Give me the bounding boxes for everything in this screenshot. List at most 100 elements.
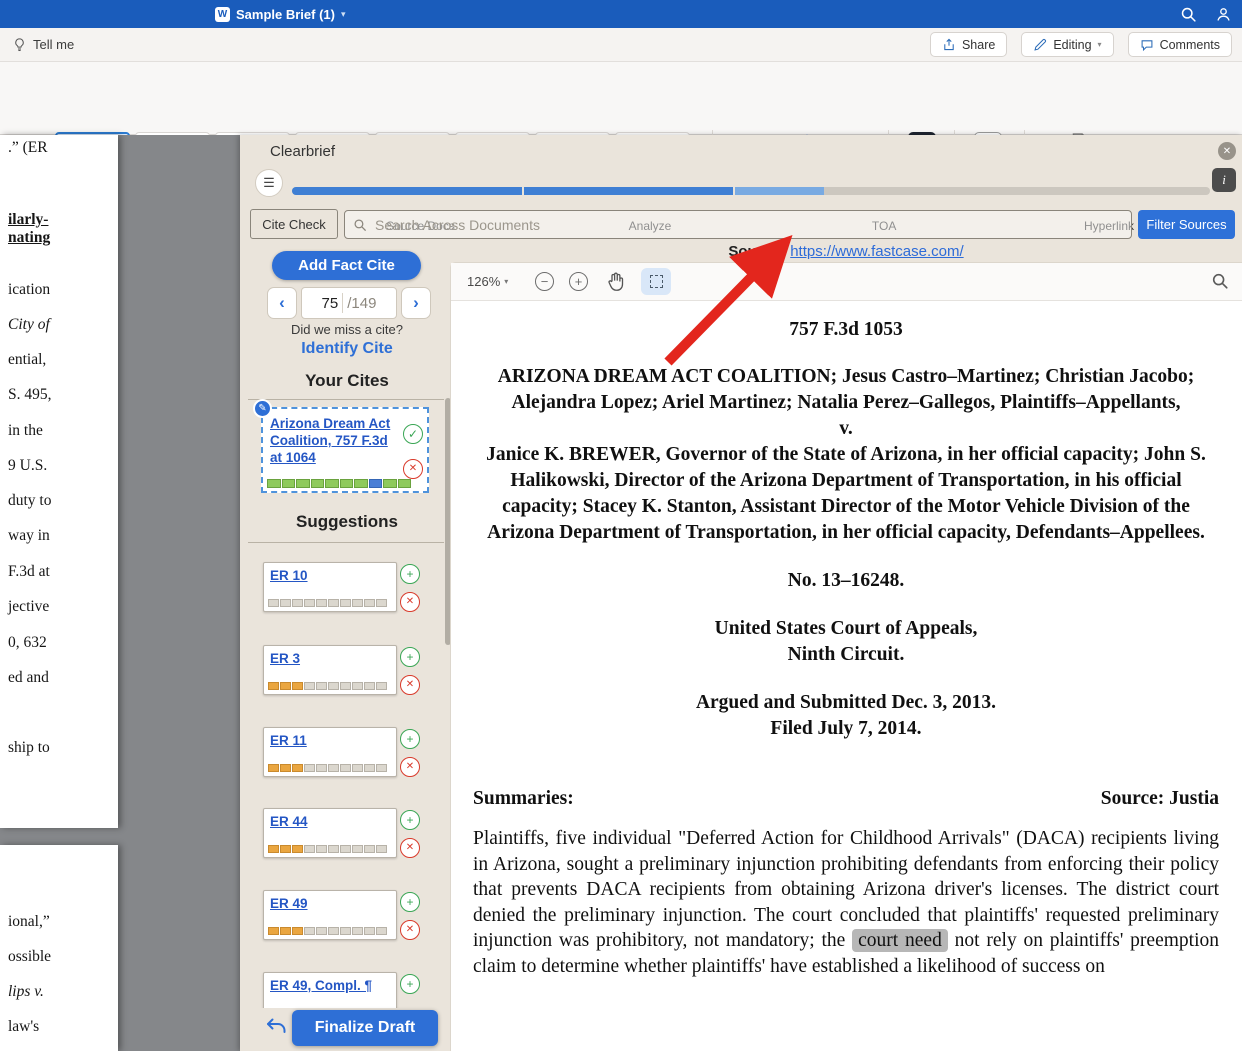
undo-icon[interactable] xyxy=(264,1015,288,1039)
dismiss-suggestion-button[interactable]: ✕ xyxy=(400,675,420,695)
info-icon: i xyxy=(1222,172,1226,188)
next-cite-button[interactable]: › xyxy=(401,287,431,319)
doc-text-fragment: .” (ER xyxy=(8,139,48,157)
suggestion-link[interactable]: ER 49 xyxy=(270,896,308,911)
select-region-tool[interactable] xyxy=(641,268,671,295)
progress-tick xyxy=(733,187,735,195)
x-icon: ✕ xyxy=(406,843,414,853)
finalize-draft-button[interactable]: Finalize Draft xyxy=(292,1010,438,1046)
approve-cite-button[interactable]: ✓ xyxy=(403,424,423,444)
accept-suggestion-button[interactable]: + xyxy=(400,974,420,994)
accept-suggestion-button[interactable]: + xyxy=(400,810,420,830)
section-divider xyxy=(248,542,444,543)
suggestion-link[interactable]: ER 3 xyxy=(270,651,300,666)
pager-divider xyxy=(342,293,343,313)
source-url-link[interactable]: https://www.fastcase.com/ xyxy=(790,243,963,260)
share-label: Share xyxy=(962,38,995,52)
suggestions-heading: Suggestions xyxy=(240,512,454,532)
panel-menu-button[interactable]: ☰ xyxy=(255,169,283,197)
ribbon: AaBbCcDdEe Normal AaBbCcDdEe No Spacing … xyxy=(0,62,1242,135)
tellme-bar: Tell me Share Editing ▾ Comments xyxy=(0,28,1242,62)
search-in-document-icon[interactable] xyxy=(1211,272,1229,290)
marquee-icon xyxy=(650,275,663,288)
doc-text-fragment: in the xyxy=(8,422,43,440)
zoom-control[interactable]: 126% ▾ xyxy=(467,274,508,289)
document-page-1[interactable]: .” (ER ilarly- nating ication City of en… xyxy=(0,135,118,828)
close-panel-button[interactable]: ✕ xyxy=(1218,142,1236,160)
suggestion-card[interactable]: ER 49 xyxy=(263,890,397,940)
doc-text-fragment: ional,” xyxy=(8,913,50,931)
share-button[interactable]: Share xyxy=(930,32,1007,57)
suggestion-link[interactable]: ER 11 xyxy=(270,733,307,748)
case-document[interactable]: 757 F.3d 1053 ARIZONA DREAM ACT COALITIO… xyxy=(451,301,1242,1051)
hand-tool-icon[interactable] xyxy=(605,271,626,292)
dismiss-suggestion-button[interactable]: ✕ xyxy=(400,592,420,612)
suggestion-card[interactable]: ER 49, Compl. ¶ xyxy=(263,972,397,1008)
suggestion-card[interactable]: ER 44 xyxy=(263,808,397,858)
pager-current[interactable]: 75 xyxy=(322,295,339,312)
zoom-out-button[interactable]: − xyxy=(535,272,554,291)
summary-source-label: Source: Justia xyxy=(1101,788,1219,810)
document-search[interactable] xyxy=(344,210,1132,239)
cite-check-button[interactable]: Cite Check xyxy=(250,209,338,239)
suggestion-card[interactable]: ER 11 xyxy=(263,727,397,777)
panel-title: Clearbrief xyxy=(270,143,335,160)
case-docket-number: No. 13–16248. xyxy=(473,568,1219,594)
case-argued-date: Argued and Submitted Dec. 3, 2013. xyxy=(473,690,1219,716)
doc-text-fragment: F.3d at xyxy=(8,563,50,581)
progress-fill-primary xyxy=(292,187,733,195)
previous-cite-button[interactable]: ‹ xyxy=(267,287,297,319)
dismiss-suggestion-button[interactable]: ✕ xyxy=(400,757,420,777)
account-icon[interactable] xyxy=(1215,6,1232,23)
case-court: United States Court of Appeals, Ninth Ci… xyxy=(473,616,1219,668)
dismiss-suggestion-button[interactable]: ✕ xyxy=(400,920,420,940)
accept-suggestion-button[interactable]: + xyxy=(400,729,420,749)
suggestion-confidence-bar xyxy=(268,845,387,853)
x-icon: ✕ xyxy=(406,762,414,772)
search-icon[interactable] xyxy=(1180,6,1197,23)
editing-button[interactable]: Editing ▾ xyxy=(1021,32,1113,57)
accept-suggestion-button[interactable]: + xyxy=(400,564,420,584)
x-icon: ✕ xyxy=(406,597,414,607)
comments-button[interactable]: Comments xyxy=(1128,32,1232,57)
accept-suggestion-button[interactable]: + xyxy=(400,892,420,912)
plus-icon: + xyxy=(575,275,583,288)
case-court-line1: United States Court of Appeals, xyxy=(473,616,1219,642)
reject-cite-button[interactable]: ✕ xyxy=(403,459,423,479)
comments-label: Comments xyxy=(1160,38,1220,52)
cite-card[interactable]: ✎ Arizona Dream Act Coalition, 757 F.3d … xyxy=(261,407,429,493)
document-title-group[interactable]: W Sample Brief (1) ▾ xyxy=(215,7,346,22)
tellme-control[interactable]: Tell me xyxy=(12,37,74,52)
filter-sources-button[interactable]: Filter Sources xyxy=(1138,210,1235,239)
identify-cite-link[interactable]: Identify Cite xyxy=(252,340,442,358)
close-icon: ✕ xyxy=(1223,146,1231,157)
tellme-label: Tell me xyxy=(33,37,74,52)
suggestion-card[interactable]: ER 10 xyxy=(263,562,397,612)
comment-icon xyxy=(1140,38,1154,52)
suggestion-confidence-bar xyxy=(268,599,387,607)
doc-text-fragment: ship to xyxy=(8,739,50,757)
info-button[interactable]: i xyxy=(1212,168,1236,192)
document-page-2[interactable]: ional,” ossible lips v. law's xyxy=(0,845,118,1051)
search-icon xyxy=(353,218,367,232)
document-title: Sample Brief (1) xyxy=(236,7,335,22)
doc-text-fragment: lips v. xyxy=(8,983,44,1001)
zoom-in-button[interactable]: + xyxy=(569,272,588,291)
suggestion-link[interactable]: ER 44 xyxy=(270,814,308,829)
add-fact-cite-button[interactable]: Add Fact Cite xyxy=(272,251,421,280)
suggestion-link[interactable]: ER 10 xyxy=(270,568,308,583)
suggestion-card[interactable]: ER 3 xyxy=(263,645,397,695)
accept-suggestion-button[interactable]: + xyxy=(400,647,420,667)
titlebar-actions xyxy=(1180,6,1232,23)
plus-icon: + xyxy=(406,651,413,663)
workflow-progress-bar[interactable]: Source Docs Analyze TOA Hyperlink xyxy=(292,187,1210,195)
dismiss-suggestion-button[interactable]: ✕ xyxy=(400,838,420,858)
doc-text-fragment: ential, xyxy=(8,351,46,369)
case-party-defendants: Janice K. BREWER, Governor of the State … xyxy=(473,442,1219,546)
quick-actions: Share Editing ▾ Comments xyxy=(930,32,1232,57)
case-filed-date: Filed July 7, 2014. xyxy=(473,716,1219,742)
cite-link[interactable]: Arizona Dream Act Coalition, 757 F.3d at… xyxy=(270,415,392,466)
cite-pager[interactable]: 75 /149 xyxy=(301,287,397,319)
search-input[interactable] xyxy=(373,216,1123,234)
suggestion-link[interactable]: ER 49, Compl. ¶ xyxy=(270,978,372,993)
